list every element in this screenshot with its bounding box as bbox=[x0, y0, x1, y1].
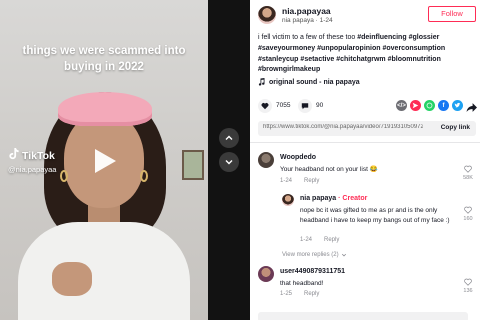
watermark-handle: @nia.papayaa bbox=[8, 165, 57, 174]
description-text: i fell victim to a few of these too bbox=[258, 34, 358, 41]
hashtag[interactable]: #chitchatgrwm bbox=[336, 56, 385, 63]
video-description: i fell victim to a few of these too #dei… bbox=[258, 33, 478, 76]
hashtag[interactable]: #saveyourmoney bbox=[258, 45, 315, 52]
comment-count: 90 bbox=[316, 102, 324, 109]
hashtag[interactable]: #browngirlmakeup bbox=[258, 66, 320, 73]
reply-author-name[interactable]: nia papaya bbox=[300, 195, 336, 202]
comment-button[interactable] bbox=[298, 99, 312, 113]
comment-text: nope bc it was gifted to me as pr and is… bbox=[300, 207, 450, 224]
commenter-name[interactable]: Woopdedo bbox=[280, 154, 316, 161]
heart-outline-icon bbox=[464, 165, 472, 173]
share-arrow-icon[interactable] bbox=[466, 100, 477, 112]
person-hand bbox=[52, 262, 92, 296]
comment-like-button[interactable]: 160 bbox=[462, 206, 474, 222]
comment-item: user4490879311751 that headband! 1-25 Rep… bbox=[258, 266, 476, 302]
facebook-icon[interactable]: f bbox=[438, 100, 449, 111]
copy-link-button[interactable]: Copy link bbox=[441, 124, 470, 131]
commenter-name: nia papaya · Creator bbox=[300, 195, 367, 202]
author-avatar[interactable] bbox=[258, 6, 276, 24]
like-count: 7055 bbox=[276, 102, 291, 109]
video-overlay-caption: things we were scammed into buying in 20… bbox=[22, 45, 186, 73]
hashtag[interactable]: #unpopularopinion bbox=[317, 45, 380, 52]
tiktok-friends-icon[interactable] bbox=[410, 100, 421, 111]
add-comment-input[interactable] bbox=[258, 312, 468, 320]
tiktok-watermark: TikTok @nia.papayaa bbox=[8, 148, 56, 174]
right-earring bbox=[140, 170, 148, 182]
hashtag[interactable]: #overconsumption bbox=[383, 45, 446, 52]
chevron-down-icon bbox=[225, 160, 233, 165]
chevron-down-icon bbox=[341, 253, 346, 257]
play-icon bbox=[95, 149, 116, 173]
commenter-avatar[interactable] bbox=[282, 194, 294, 206]
comment-item: Woopdedo Your headband not on your list … bbox=[258, 152, 476, 188]
tiktok-logo-icon bbox=[8, 148, 19, 163]
person-shirt bbox=[18, 222, 190, 320]
author-username[interactable]: nia.papayaa bbox=[282, 6, 331, 16]
comment-like-button[interactable]: 136 bbox=[462, 278, 474, 294]
comment-reply-item: nia papaya · Creator nope bc it was gift… bbox=[282, 194, 476, 246]
hashtag[interactable]: #bloomnutrition bbox=[388, 56, 441, 63]
engagement-bar: 7055 90 </> f bbox=[258, 99, 477, 115]
comment-text: Your headband not on your list 😂 bbox=[280, 166, 378, 173]
previous-video-button[interactable] bbox=[219, 128, 239, 148]
comment-meta: 1-24 Reply bbox=[280, 178, 319, 184]
next-video-button[interactable] bbox=[219, 152, 239, 172]
view-more-replies-button[interactable]: View more replies (2) bbox=[282, 252, 347, 258]
commenter-avatar[interactable] bbox=[258, 266, 274, 282]
commenter-avatar[interactable] bbox=[258, 152, 274, 168]
comment-meta: 1-25 Reply bbox=[280, 291, 319, 297]
heart-icon bbox=[261, 103, 269, 110]
comment-like-button[interactable]: 58K bbox=[462, 165, 474, 181]
watermark-brand: TikTok bbox=[22, 149, 55, 162]
video-player[interactable]: things we were scammed into buying in 20… bbox=[0, 0, 208, 320]
commenter-name[interactable]: user4490879311751 bbox=[280, 268, 345, 275]
comment-date: 1-24 bbox=[280, 178, 293, 184]
chevron-up-icon bbox=[225, 135, 233, 140]
follow-button[interactable]: Follow bbox=[428, 6, 476, 22]
section-divider bbox=[250, 142, 480, 143]
author-header: nia.papayaa nia papaya · 1-24 Follow bbox=[258, 6, 476, 28]
hashtag[interactable]: #deinfluencing bbox=[357, 34, 406, 41]
sound-label: original sound - nia papaya bbox=[269, 78, 360, 86]
comment-date: 1-24 bbox=[300, 237, 313, 243]
hashtag[interactable]: #stanleycup bbox=[258, 56, 298, 63]
video-info-panel: nia.papayaa nia papaya · 1-24 Follow i f… bbox=[250, 0, 480, 320]
creator-badge: · Creator bbox=[338, 195, 368, 202]
more-replies-label: View more replies (2) bbox=[282, 252, 339, 258]
like-button[interactable] bbox=[258, 99, 272, 113]
whatsapp-icon[interactable] bbox=[424, 100, 435, 111]
twitter-icon[interactable] bbox=[452, 100, 463, 111]
author-display-name: nia papaya bbox=[282, 17, 314, 24]
music-note-icon bbox=[258, 78, 265, 86]
hashtag[interactable]: #glossier bbox=[409, 34, 440, 41]
pink-headband bbox=[58, 92, 152, 126]
comment-text: that headband! bbox=[280, 280, 324, 287]
reply-button[interactable]: Reply bbox=[304, 291, 319, 297]
reply-button[interactable]: Reply bbox=[304, 178, 319, 184]
post-date: 1-24 bbox=[319, 17, 333, 24]
comment-like-count: 58K bbox=[463, 175, 473, 181]
comment-bubble-icon bbox=[301, 103, 309, 110]
video-panel: things we were scammed into buying in 20… bbox=[0, 0, 250, 320]
play-button[interactable] bbox=[89, 146, 119, 176]
heart-outline-icon bbox=[464, 278, 472, 286]
heart-outline-icon bbox=[464, 206, 472, 214]
tiktok-video-page: things we were scammed into buying in 20… bbox=[0, 0, 480, 320]
wall-picture-frame bbox=[182, 150, 204, 180]
comment-meta: 1-24 Reply bbox=[300, 237, 339, 243]
video-link-box: https://www.tiktok.com/@nia.papayaa/vide… bbox=[258, 121, 476, 136]
comment-date: 1-25 bbox=[280, 291, 293, 297]
hashtag[interactable]: #setactive bbox=[300, 56, 334, 63]
left-earring bbox=[60, 170, 68, 182]
comment-like-count: 136 bbox=[463, 288, 473, 294]
author-meta: nia papaya · 1-24 bbox=[282, 17, 333, 24]
video-link-url[interactable]: https://www.tiktok.com/@nia.papayaa/vide… bbox=[263, 124, 423, 130]
sound-link[interactable]: original sound - nia papaya bbox=[258, 78, 360, 86]
comment-like-count: 160 bbox=[463, 216, 473, 222]
reply-button[interactable]: Reply bbox=[324, 237, 339, 243]
embed-icon[interactable]: </> bbox=[396, 100, 407, 111]
